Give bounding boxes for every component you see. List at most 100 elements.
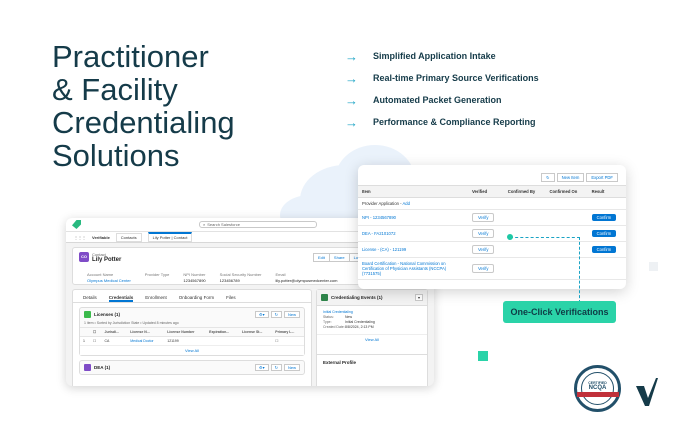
tab-enrollment[interactable]: Enrollment [145, 295, 167, 302]
verify-button[interactable]: Verify [472, 245, 495, 254]
sf-app-name: Verifiable [92, 234, 110, 240]
field-ssn: Social Security Number 123456789 [219, 272, 262, 283]
verifiable-logo-icon [72, 220, 81, 229]
add-link[interactable]: Add [403, 201, 410, 206]
sf-main-panel: Details Credentials Enrollment Onboardin… [72, 289, 312, 386]
seal-ncqa-text: NCQA [588, 384, 607, 391]
confirm-button[interactable]: Confirm [591, 230, 617, 237]
primary-checkbox[interactable]: ☐ [272, 336, 304, 345]
one-click-verifications-label: One-Click Verifications [503, 301, 616, 323]
table-row: Provider Application - Add [358, 197, 626, 210]
verification-items-card: ↻ New Item Export PDF Item Verified Conf… [358, 165, 626, 289]
record-name: Lily Potter [92, 257, 122, 263]
sf-search-placeholder: Search Salesforce [207, 222, 240, 227]
feature-item: → Simplified Application Intake [345, 45, 539, 67]
field-account-name: Account Name Olympus Medical Center [87, 272, 131, 283]
tab-contacts[interactable]: Contacts [115, 232, 142, 242]
tab-lily-potter[interactable]: Lily Potter | Contact [147, 232, 193, 242]
external-profile-title: External Profile [317, 354, 427, 370]
feature-item: → Automated Packet Generation [345, 89, 539, 111]
table-header[interactable]: Primary L... [272, 327, 304, 337]
feature-list: → Simplified Application Intake → Real-t… [345, 45, 539, 133]
hero-title-line-3: Credentialing [52, 105, 235, 140]
table-header[interactable]: License Number [164, 327, 207, 337]
sf-record-body: Details Credentials Enrollment Onboardin… [72, 289, 428, 386]
gear-icon[interactable]: ⚙▾ [255, 311, 269, 318]
arrow-right-icon: → [345, 92, 358, 108]
verify-button[interactable]: Verify [472, 264, 495, 273]
licenses-title: Licenses (1) [94, 312, 121, 317]
verification-toolbar: ↻ New Item Export PDF [358, 165, 626, 185]
cred-events-view-all-link[interactable]: View All [317, 334, 427, 344]
gear-icon[interactable]: ⚙▾ [255, 364, 269, 371]
refresh-icon[interactable]: ↻ [270, 311, 282, 318]
dea-card: DEA (1) ⚙▾ ↻ New [79, 360, 305, 375]
dea-icon [84, 364, 91, 371]
license-icon [84, 311, 91, 318]
table-header[interactable]: Result [587, 185, 626, 198]
table-header[interactable]: License N... [127, 327, 165, 337]
table-header[interactable]: License St... [238, 327, 273, 337]
export-pdf-button[interactable]: Export PDF [586, 173, 618, 182]
table-header[interactable]: Verified [468, 185, 504, 198]
credentialing-events-title: Credentialing Events (1) [331, 295, 383, 300]
item-link[interactable]: Board Certification - National Commissio… [358, 257, 468, 280]
hero-title: Practitioner & Facility Credentialing So… [52, 40, 332, 172]
new-item-button[interactable]: New Item [556, 173, 585, 182]
field-email: Email lily.potter@olympusmedcenter.com [275, 272, 338, 283]
tab-files[interactable]: Files [226, 295, 236, 302]
table-row: DEA - FA2101072 Verify Confirm [358, 225, 626, 242]
dea-card-header: DEA (1) ⚙▾ ↻ New [80, 361, 304, 374]
confirm-button[interactable]: Confirm [591, 246, 617, 253]
new-dea-button[interactable]: New [283, 364, 300, 371]
tab-credentials[interactable]: Credentials [108, 295, 134, 302]
licenses-table: ☐ Jurisdi... License N... License Number… [80, 327, 304, 345]
verify-button[interactable]: Verify [472, 213, 495, 222]
feature-label: Performance & Compliance Reporting [373, 117, 536, 127]
table-header[interactable]: Jurisdi... [101, 327, 128, 337]
tab-details[interactable]: Details [83, 295, 97, 302]
table-header[interactable]: Item [358, 185, 468, 198]
refresh-icon[interactable]: ↻ [270, 364, 282, 371]
record-tabs: Details Credentials Enrollment Onboardin… [73, 290, 311, 303]
refresh-icon[interactable]: ↻ [541, 173, 555, 182]
share-button[interactable]: Share [328, 253, 350, 262]
row-checkbox[interactable]: ☐ [90, 336, 102, 345]
chevron-down-icon[interactable]: ▾ [414, 294, 423, 301]
feature-item: → Real-time Primary Source Verifications [345, 67, 539, 89]
decorative-square [478, 351, 488, 361]
table-header[interactable]: Confirmed By [503, 185, 546, 198]
credentialing-event-item: Initial Credentialing Status: New Type: In… [317, 306, 427, 334]
table-header[interactable]: Confirmed On [545, 185, 588, 198]
table-header-select: ☐ [90, 327, 102, 337]
hero-title-line-4: Solutions [52, 138, 180, 173]
verify-button[interactable]: Verify [472, 229, 495, 238]
arrow-right-icon: → [345, 70, 358, 86]
new-license-button[interactable]: New [283, 311, 300, 318]
arrow-right-icon: → [345, 114, 358, 130]
app-launcher-icon[interactable]: ⋮⋮⋮ [74, 235, 86, 240]
feature-label: Real-time Primary Source Verifications [373, 73, 539, 83]
arrow-right-icon: → [345, 48, 358, 64]
credentialing-events-header: Credentialing Events (1) ▾ [317, 290, 427, 306]
licenses-card-header: Licenses (1) ⚙▾ ↻ New [80, 308, 304, 321]
feature-label: Automated Packet Generation [373, 95, 502, 105]
hero-title-line-2: & Facility [52, 72, 178, 107]
callout-dot [507, 234, 513, 240]
tab-onboarding-form[interactable]: Onboarding Form [179, 295, 214, 302]
search-icon: ⌕ [203, 222, 206, 227]
licenses-view-all-link[interactable]: View All [80, 345, 304, 355]
item-link[interactable]: NPI - 1234567890 [358, 209, 468, 226]
seal-ribbon [576, 391, 619, 397]
feature-label: Simplified Application Intake [373, 51, 496, 61]
confirm-button[interactable]: Confirm [591, 214, 617, 221]
verifiable-logo-icon [636, 378, 658, 406]
edit-button[interactable]: Edit [313, 253, 330, 262]
field-npi-number: NPI Number 1234567890 [183, 272, 206, 283]
field-provider-type: Provider Type [144, 272, 170, 277]
table-header[interactable]: Expiration... [206, 327, 239, 337]
item-link[interactable]: License - (CA) - 121199 [358, 241, 468, 258]
sf-search-input[interactable]: ⌕ Search Salesforce [199, 221, 317, 228]
item-link[interactable]: DEA - FA2101072 [358, 225, 468, 242]
ncqa-certified-seal: CERTIFIED NCQA [574, 365, 621, 412]
